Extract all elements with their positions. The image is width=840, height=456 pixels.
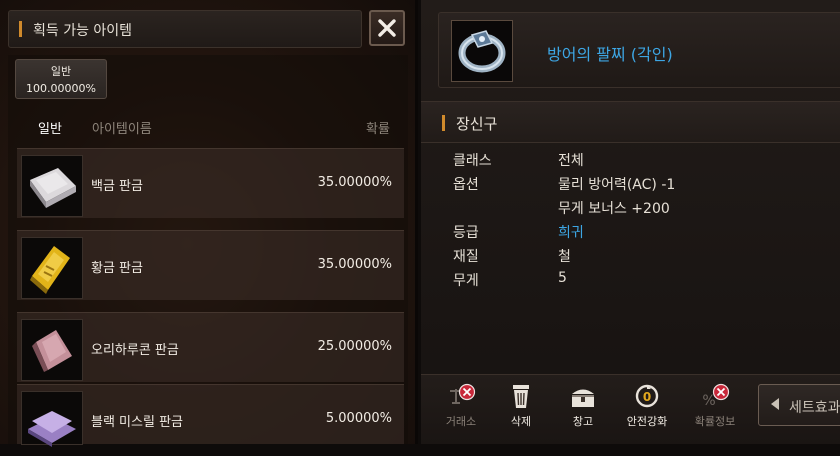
bracelet-icon <box>451 20 513 82</box>
safe-enhance-label: 안전강화 <box>626 415 668 428</box>
attr-label-option: 옵션 <box>453 177 479 193</box>
warehouse-label: 창고 <box>572 415 594 428</box>
percent-forbidden-icon: % <box>702 383 730 409</box>
trash-icon <box>513 385 529 408</box>
list-item[interactable]: 오리하루콘 판금 25.00000% <box>17 312 404 382</box>
action-toolbar: 거래소 삭제 창고 0 안전강화 % 확률정보 세트효과 <box>421 374 840 444</box>
attr-value-class: 전체 <box>558 153 584 169</box>
attr-value-weight: 5 <box>558 270 567 286</box>
item-rate: 35.00000% <box>317 257 392 272</box>
safe-enhance-button[interactable]: 0 안전강화 <box>617 383 677 439</box>
header-accent-bar <box>19 21 22 37</box>
delete-label: 삭제 <box>510 415 532 428</box>
safe-enhance-icon: 0 <box>635 384 659 408</box>
attr-value-option-ac: 물리 방어력(AC) -1 <box>558 177 676 193</box>
section-title: 장신구 <box>456 115 498 133</box>
list-item[interactable]: 블랙 미스릴 판금 5.00000% <box>17 384 404 447</box>
item-rate: 5.00000% <box>325 411 392 426</box>
trade-button[interactable]: 거래소 <box>431 383 491 439</box>
item-detail-panel: 방어의 팔찌 (각인) 장신구 클래스 전체 옵션 물리 방어력(AC) -1 … <box>421 0 840 444</box>
category-badge-rate: 100.00000% <box>26 82 96 95</box>
column-header-rate: 확률 <box>366 122 390 137</box>
probability-info-label: 확률정보 <box>694 415 736 428</box>
warehouse-button[interactable]: 창고 <box>553 383 613 439</box>
scale-forbidden-icon <box>450 383 476 404</box>
arrow-left-icon <box>771 398 779 410</box>
list-item[interactable]: 백금 판금 35.00000% <box>17 148 404 218</box>
black-mithril-plate-icon <box>21 391 83 447</box>
gold-plate-icon <box>21 237 83 299</box>
attr-label-material: 재질 <box>453 249 479 265</box>
attr-value-option-weight: 무게 보너스 +200 <box>558 201 670 217</box>
tab-general[interactable]: 일반 <box>38 118 62 137</box>
column-header-item-name: 아이템이름 <box>92 122 152 137</box>
item-header: 방어의 팔찌 (각인) <box>438 12 840 88</box>
item-rate: 35.00000% <box>317 175 392 190</box>
category-badge-general[interactable]: 일반 100.00000% <box>15 59 107 99</box>
attr-value-grade: 희귀 <box>558 225 584 241</box>
trade-label: 거래소 <box>445 415 477 428</box>
acquirable-items-panel: 획득 가능 아이템 일반 100.00000% 일반 아이템이름 확률 백금 판… <box>0 0 418 447</box>
section-accent-bar <box>442 115 445 131</box>
category-badge-label: 일반 <box>50 65 72 78</box>
panel-title: 획득 가능 아이템 <box>33 23 133 39</box>
attr-label-grade: 등급 <box>453 225 479 241</box>
set-effect-button[interactable]: 세트효과 <box>758 384 840 426</box>
svg-text:0: 0 <box>643 390 651 404</box>
section-header: 장신구 <box>421 101 840 143</box>
close-icon <box>378 19 396 37</box>
panel-header: 획득 가능 아이템 <box>8 10 362 48</box>
item-name: 오리하루콘 판금 <box>91 343 179 358</box>
delete-button[interactable]: 삭제 <box>491 383 551 439</box>
close-button[interactable] <box>369 10 405 46</box>
item-rate: 25.00000% <box>317 339 392 354</box>
set-effect-label: 세트효과 <box>789 400 840 416</box>
attr-label-weight: 무게 <box>453 273 479 289</box>
platinum-plate-icon <box>21 155 83 217</box>
item-name: 황금 판금 <box>91 261 143 276</box>
attr-value-material: 철 <box>558 249 571 265</box>
item-name: 백금 판금 <box>91 179 143 194</box>
item-title: 방어의 팔찌 (각인) <box>547 45 673 64</box>
attr-label-class: 클래스 <box>453 153 492 169</box>
orichalcum-plate-icon <box>21 319 83 381</box>
chest-icon <box>572 389 594 407</box>
list-item[interactable]: 황금 판금 35.00000% <box>17 230 404 300</box>
probability-info-button[interactable]: % 확률정보 <box>685 383 745 439</box>
item-name: 블랙 미스릴 판금 <box>91 415 183 430</box>
